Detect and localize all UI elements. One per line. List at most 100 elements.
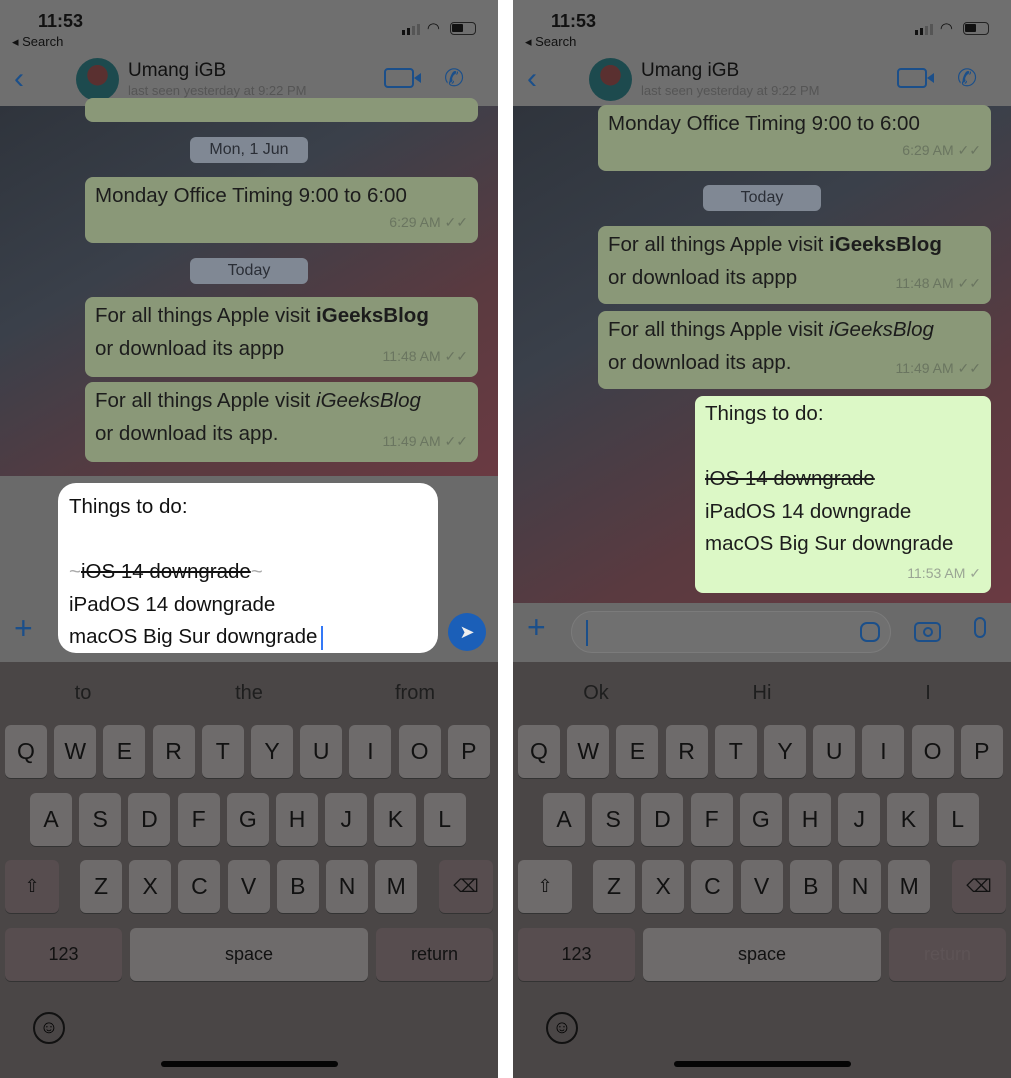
numbers-key[interactable]: 123 bbox=[518, 928, 635, 981]
contact-name[interactable]: Umang iGB bbox=[128, 60, 226, 82]
key-n[interactable]: N bbox=[839, 860, 881, 913]
key-e[interactable]: E bbox=[616, 725, 659, 778]
phone-call-icon[interactable]: ✆ bbox=[957, 64, 977, 93]
microphone-icon[interactable] bbox=[974, 617, 986, 638]
key-k[interactable]: K bbox=[374, 793, 417, 846]
last-seen: last seen yesterday at 9:22 PM bbox=[128, 83, 307, 98]
key-v[interactable]: V bbox=[740, 860, 783, 913]
suggestion[interactable]: to bbox=[0, 662, 166, 724]
message-bubble[interactable]: Monday Office Timing 9:00 to 6:00 6:29 A… bbox=[85, 177, 478, 243]
message-bubble[interactable]: For all things Apple visit iGeeksBlog or … bbox=[85, 297, 478, 377]
send-button[interactable]: ➤ bbox=[448, 613, 486, 651]
message-input[interactable] bbox=[571, 611, 891, 653]
key-i[interactable]: I bbox=[349, 725, 392, 778]
key-z[interactable]: Z bbox=[593, 860, 635, 913]
plus-icon[interactable]: + bbox=[527, 609, 546, 646]
key-k[interactable]: K bbox=[887, 793, 930, 846]
key-o[interactable]: O bbox=[398, 725, 441, 778]
camera-icon[interactable] bbox=[914, 622, 941, 642]
shift-key[interactable]: ⇧ bbox=[5, 860, 59, 913]
key-w[interactable]: W bbox=[567, 725, 610, 778]
key-s[interactable]: S bbox=[592, 793, 635, 846]
key-r[interactable]: R bbox=[152, 725, 195, 778]
key-a[interactable]: A bbox=[30, 793, 72, 846]
space-key[interactable]: space bbox=[130, 928, 368, 981]
key-g[interactable]: G bbox=[226, 793, 269, 846]
key-t[interactable]: T bbox=[714, 725, 757, 778]
message-bubble[interactable]: Monday Office Timing 9:00 to 6:00 6:29 A… bbox=[598, 105, 991, 171]
key-q[interactable]: Q bbox=[5, 725, 47, 778]
emoji-icon[interactable]: ☺ bbox=[33, 1012, 65, 1044]
message-input[interactable]: Things to do: ~iOS 14 downgrade~ iPadOS … bbox=[58, 483, 438, 653]
key-x[interactable]: X bbox=[129, 860, 172, 913]
key-g[interactable]: G bbox=[739, 793, 782, 846]
key-p[interactable]: P bbox=[960, 725, 1003, 778]
key-f[interactable]: F bbox=[690, 793, 733, 846]
key-q[interactable]: Q bbox=[518, 725, 560, 778]
key-j[interactable]: J bbox=[325, 793, 368, 846]
avatar[interactable] bbox=[76, 58, 119, 101]
suggestion[interactable]: I bbox=[845, 662, 1011, 724]
key-v[interactable]: V bbox=[227, 860, 270, 913]
key-x[interactable]: X bbox=[642, 860, 685, 913]
contact-name[interactable]: Umang iGB bbox=[641, 60, 739, 82]
key-h[interactable]: H bbox=[789, 793, 831, 846]
delete-key[interactable]: ⌫ bbox=[952, 860, 1006, 913]
back-to-search[interactable]: ◂ Search bbox=[525, 34, 576, 50]
message-bubble[interactable]: For all things Apple visit iGeeksBlog or … bbox=[598, 226, 991, 304]
back-to-search[interactable]: ◂ Search bbox=[12, 34, 63, 50]
key-j[interactable]: J bbox=[838, 793, 881, 846]
key-w[interactable]: W bbox=[54, 725, 97, 778]
video-call-icon[interactable] bbox=[384, 68, 421, 88]
key-n[interactable]: N bbox=[326, 860, 368, 913]
key-f[interactable]: F bbox=[177, 793, 220, 846]
message-bubble[interactable]: For all things Apple visit iGeeksBlog or … bbox=[85, 382, 478, 462]
key-d[interactable]: D bbox=[641, 793, 684, 846]
key-s[interactable]: S bbox=[79, 793, 122, 846]
space-key[interactable]: space bbox=[643, 928, 881, 981]
key-b[interactable]: B bbox=[276, 860, 319, 913]
suggestion[interactable]: the bbox=[166, 662, 332, 724]
key-d[interactable]: D bbox=[128, 793, 171, 846]
key-c[interactable]: C bbox=[691, 860, 734, 913]
video-call-icon[interactable] bbox=[897, 68, 934, 88]
back-chevron-icon[interactable]: ‹ bbox=[14, 62, 24, 96]
home-indicator[interactable] bbox=[674, 1061, 851, 1067]
shift-key[interactable]: ⇧ bbox=[518, 860, 572, 913]
key-l[interactable]: L bbox=[423, 793, 466, 846]
key-p[interactable]: P bbox=[447, 725, 490, 778]
back-chevron-icon[interactable]: ‹ bbox=[527, 62, 537, 96]
key-u[interactable]: U bbox=[813, 725, 856, 778]
delete-key[interactable]: ⌫ bbox=[439, 860, 493, 913]
key-y[interactable]: Y bbox=[251, 725, 293, 778]
avatar[interactable] bbox=[589, 58, 632, 101]
home-indicator[interactable] bbox=[161, 1061, 338, 1067]
numbers-key[interactable]: 123 bbox=[5, 928, 122, 981]
key-e[interactable]: E bbox=[103, 725, 146, 778]
key-y[interactable]: Y bbox=[764, 725, 806, 778]
key-b[interactable]: B bbox=[789, 860, 832, 913]
key-o[interactable]: O bbox=[911, 725, 954, 778]
key-u[interactable]: U bbox=[300, 725, 343, 778]
key-h[interactable]: H bbox=[276, 793, 318, 846]
key-m[interactable]: M bbox=[375, 860, 418, 913]
key-r[interactable]: R bbox=[665, 725, 708, 778]
suggestion[interactable]: from bbox=[332, 662, 498, 724]
plus-icon[interactable]: + bbox=[14, 610, 33, 647]
message-bubble[interactable]: For all things Apple visit iGeeksBlog or … bbox=[598, 311, 991, 389]
sticker-icon[interactable] bbox=[860, 622, 880, 642]
emoji-icon[interactable]: ☺ bbox=[546, 1012, 578, 1044]
suggestion[interactable]: Hi bbox=[679, 662, 845, 724]
suggestion[interactable]: Ok bbox=[513, 662, 679, 724]
key-l[interactable]: L bbox=[936, 793, 979, 846]
key-a[interactable]: A bbox=[543, 793, 585, 846]
key-z[interactable]: Z bbox=[80, 860, 122, 913]
return-key[interactable]: return bbox=[889, 928, 1006, 981]
return-key[interactable]: return bbox=[376, 928, 493, 981]
key-m[interactable]: M bbox=[888, 860, 931, 913]
key-t[interactable]: T bbox=[201, 725, 244, 778]
phone-call-icon[interactable]: ✆ bbox=[444, 64, 464, 93]
key-i[interactable]: I bbox=[862, 725, 905, 778]
key-c[interactable]: C bbox=[178, 860, 221, 913]
sent-message-bubble[interactable]: Things to do: iOS 14 downgrade iPadOS 14… bbox=[695, 396, 991, 593]
